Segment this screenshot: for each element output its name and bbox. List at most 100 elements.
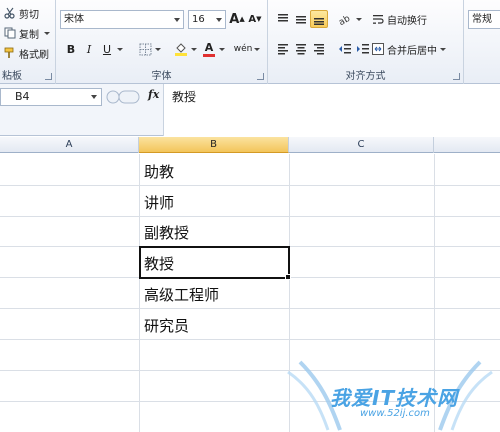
decrease-indent-button[interactable] xyxy=(336,40,354,58)
cell-b5[interactable]: 高级工程师 xyxy=(144,284,219,305)
active-cell-border xyxy=(139,246,290,279)
align-left-icon xyxy=(278,44,288,55)
align-middle-button[interactable] xyxy=(292,10,310,28)
column-a-label: A xyxy=(65,139,73,150)
font-name-dropdown-icon xyxy=(174,18,180,22)
phonetic-button[interactable]: wén xyxy=(233,40,253,58)
gridline xyxy=(0,185,500,186)
merge-center-button[interactable]: 合并后居中 xyxy=(372,40,446,58)
number-format-select[interactable]: 常规 xyxy=(468,10,500,29)
column-c-label: C xyxy=(357,139,365,150)
gridline xyxy=(0,308,500,309)
bold-icon: B xyxy=(66,42,76,56)
copy-dropdown-icon[interactable] xyxy=(44,31,50,35)
underline-dropdown-icon[interactable] xyxy=(117,48,123,51)
gridline xyxy=(139,154,140,432)
italic-icon: I xyxy=(86,42,92,56)
borders-dropdown-icon[interactable] xyxy=(155,48,161,51)
cell-b3[interactable]: 副教授 xyxy=(144,222,189,243)
font-color-dropdown-icon[interactable] xyxy=(219,48,225,51)
number-format-value: 常规 xyxy=(472,14,492,25)
font-name-select[interactable]: 宋体 xyxy=(60,10,184,29)
orientation-dropdown-icon[interactable] xyxy=(356,18,362,21)
column-b-label: B xyxy=(210,139,217,150)
column-header-c[interactable]: C xyxy=(289,137,434,153)
grow-font-icon: A xyxy=(229,11,240,27)
phonetic-dropdown-icon[interactable] xyxy=(254,48,260,51)
format-painter-button[interactable]: 格式刷 xyxy=(4,44,49,62)
watermark-brand: 我爱IT技术网 xyxy=(330,386,459,410)
column-header-a[interactable]: A xyxy=(0,137,139,153)
phonetic-icon: wén xyxy=(233,44,253,54)
fill-color-dropdown-icon[interactable] xyxy=(191,48,197,51)
merge-center-icon xyxy=(372,43,384,55)
name-box[interactable]: B4 xyxy=(0,88,102,106)
svg-text:ab: ab xyxy=(338,14,352,25)
clipboard-launcher-icon[interactable] xyxy=(45,73,52,80)
formula-bar-resize-icon[interactable] xyxy=(104,88,140,106)
align-center-button[interactable] xyxy=(292,40,310,58)
fx-icon: fx xyxy=(148,88,160,101)
cut-label: 剪切 xyxy=(19,9,39,21)
font-launcher-icon[interactable] xyxy=(257,73,264,80)
ribbon: 剪切 复制 格式刷 粘板 宋体 16 A ▲ A ▼ B I U A wén 字… xyxy=(0,0,500,84)
borders-button[interactable] xyxy=(136,40,154,58)
align-right-button[interactable] xyxy=(310,40,328,58)
cell-b1[interactable]: 助教 xyxy=(144,161,174,182)
shrink-font-icon: A xyxy=(248,13,257,25)
grow-font-button[interactable]: A ▲ xyxy=(228,10,246,28)
font-color-icon: A xyxy=(204,40,214,54)
font-group-label: 字体 xyxy=(151,71,172,82)
font-color-swatch xyxy=(203,53,215,57)
bold-button[interactable]: B xyxy=(62,40,80,58)
name-box-value: B4 xyxy=(15,90,30,103)
fill-color-button[interactable] xyxy=(172,40,190,58)
formula-input[interactable]: 教授 xyxy=(163,84,500,136)
fill-handle[interactable] xyxy=(285,274,291,280)
copy-label: 复制 xyxy=(19,29,39,41)
paintbrush-icon xyxy=(4,47,14,58)
font-color-button[interactable]: A xyxy=(200,40,218,58)
increase-indent-icon xyxy=(357,44,369,54)
column-header-row: A B C xyxy=(0,137,500,153)
column-header-b[interactable]: B xyxy=(139,137,289,153)
font-size-value: 16 xyxy=(192,14,205,25)
paint-bucket-icon xyxy=(175,43,187,56)
wrap-text-label: 自动换行 xyxy=(387,15,427,27)
formula-bar: B4 fx 教授 xyxy=(0,84,500,136)
align-bottom-button[interactable] xyxy=(310,10,328,28)
align-top-button[interactable] xyxy=(274,10,292,28)
text-orientation-icon: ab xyxy=(338,14,352,25)
alignment-launcher-icon[interactable] xyxy=(453,73,460,80)
number-group: 常规 xyxy=(464,0,500,84)
alignment-group: ab 自动换行 合并后居中 对齐方式 xyxy=(268,0,464,84)
align-middle-icon xyxy=(296,16,306,24)
insert-function-button[interactable]: fx xyxy=(148,88,159,101)
cell-b2[interactable]: 讲师 xyxy=(144,192,174,213)
watermark-url: www.52ij.com xyxy=(360,408,430,419)
align-right-icon xyxy=(314,44,324,55)
alignment-group-label: 对齐方式 xyxy=(345,71,386,82)
underline-button[interactable]: U xyxy=(98,40,116,58)
copy-button[interactable]: 复制 xyxy=(4,24,50,42)
gridline xyxy=(0,339,500,340)
increase-indent-button[interactable] xyxy=(354,40,372,58)
decrease-indent-icon xyxy=(339,44,351,54)
align-top-icon xyxy=(278,14,288,22)
font-size-select[interactable]: 16 xyxy=(188,10,226,29)
cell-b6[interactable]: 研究员 xyxy=(144,315,189,336)
name-box-dropdown-icon[interactable] xyxy=(91,95,97,99)
font-group: 宋体 16 A ▲ A ▼ B I U A wén 字体 xyxy=(56,0,268,84)
italic-button[interactable]: I xyxy=(80,40,98,58)
font-name-value: 宋体 xyxy=(64,14,84,25)
copy-icon xyxy=(4,27,16,39)
align-left-button[interactable] xyxy=(274,40,292,58)
wrap-text-button[interactable]: 自动换行 xyxy=(372,10,427,28)
orientation-button[interactable]: ab xyxy=(336,10,354,28)
wrap-text-icon xyxy=(373,15,384,24)
shrink-font-button[interactable]: A ▼ xyxy=(246,10,264,28)
cut-button[interactable]: 剪切 xyxy=(4,4,39,22)
clipboard-group: 剪切 复制 格式刷 粘板 xyxy=(0,0,56,84)
merge-center-label: 合并后居中 xyxy=(387,45,437,57)
merge-center-dropdown-icon[interactable] xyxy=(440,47,446,51)
